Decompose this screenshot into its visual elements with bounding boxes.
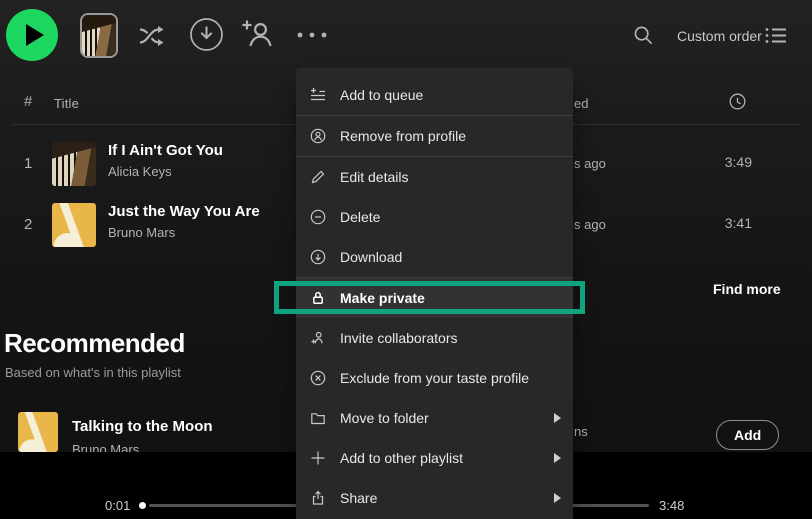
view-list-icon[interactable] xyxy=(765,27,787,44)
menu-item-label: Invite collaborators xyxy=(340,330,458,346)
menu-item-label: Exclude from your taste profile xyxy=(340,370,530,386)
track-artist[interactable]: Bruno Mars xyxy=(108,225,175,240)
search-icon[interactable] xyxy=(634,26,653,45)
menu-item-label: Move to folder xyxy=(340,410,429,426)
column-header-date-added-fragment[interactable]: ed xyxy=(574,96,588,111)
menu-item-delete[interactable]: Delete xyxy=(296,197,573,237)
submenu-arrow-icon xyxy=(554,493,561,503)
column-header-title[interactable]: Title xyxy=(54,96,79,111)
menu-item-invite-collaborators[interactable]: Invite collaborators xyxy=(296,318,573,358)
menu-item-add-to-other-playlist[interactable]: Add to other playlist xyxy=(296,438,573,478)
menu-item-label: Remove from profile xyxy=(340,128,467,144)
menu-item-share[interactable]: Share xyxy=(296,478,573,518)
remove-from-profile-icon xyxy=(309,128,327,144)
menu-item-download[interactable]: Download xyxy=(296,237,573,277)
menu-item-label: Edit details xyxy=(340,169,409,185)
date-added-fragment: s ago xyxy=(574,217,606,232)
download-circle-icon[interactable] xyxy=(189,17,224,52)
total-time: 3:48 xyxy=(659,498,685,513)
menu-item-remove-from-profile[interactable]: Remove from profile xyxy=(296,116,573,156)
recommended-album-fragment: ns xyxy=(574,424,588,439)
x-circle-icon xyxy=(309,370,327,386)
minus-circle-icon xyxy=(309,209,327,225)
playlist-cover-thumbnail[interactable] xyxy=(80,13,118,58)
menu-item-label: Share xyxy=(340,490,378,506)
person-add-icon xyxy=(309,330,327,346)
track-duration: 3:41 xyxy=(724,215,752,231)
recommended-track-title[interactable]: Talking to the Moon xyxy=(72,418,213,435)
menu-item-label: Add to queue xyxy=(340,87,424,103)
plus-icon xyxy=(309,450,327,466)
current-time: 0:01 xyxy=(105,498,131,513)
context-menu: Add to queue Remove from profile Edit de… xyxy=(296,68,573,519)
playlist-page: Custom order # Title ed 1 If I Ain't Got… xyxy=(0,0,812,519)
track-title[interactable]: Just the Way You Are xyxy=(108,203,260,220)
menu-item-label: Download xyxy=(340,249,403,265)
track-title[interactable]: If I Ain't Got You xyxy=(108,142,223,159)
menu-item-exclude-taste-profile[interactable]: Exclude from your taste profile xyxy=(296,358,573,398)
menu-item-label: Delete xyxy=(340,209,381,225)
add-button[interactable]: Add xyxy=(716,420,780,450)
folder-icon xyxy=(309,410,327,426)
share-icon xyxy=(309,490,327,506)
track-number: 2 xyxy=(24,216,33,233)
track-duration: 3:49 xyxy=(724,154,752,170)
more-options-icon[interactable] xyxy=(296,30,329,40)
album-art-image xyxy=(82,15,116,56)
download-icon xyxy=(309,249,327,265)
lock-icon xyxy=(309,290,327,306)
submenu-arrow-icon xyxy=(554,413,561,423)
menu-item-label: Make private xyxy=(340,290,425,306)
shuffle-icon[interactable] xyxy=(137,22,167,49)
recommended-section-subtitle: Based on what's in this playlist xyxy=(5,365,181,380)
pencil-icon xyxy=(309,169,327,185)
recommended-section-title: Recommended xyxy=(4,328,185,358)
date-added-fragment: s ago xyxy=(574,156,606,171)
clock-icon[interactable] xyxy=(729,93,746,110)
add-to-queue-icon xyxy=(309,87,327,103)
menu-item-make-private[interactable]: Make private xyxy=(296,278,573,318)
play-icon xyxy=(25,24,44,46)
menu-item-add-to-queue[interactable]: Add to queue xyxy=(296,75,573,115)
track-artist[interactable]: Alicia Keys xyxy=(108,164,172,179)
album-art-image xyxy=(18,412,58,452)
play-button[interactable] xyxy=(6,9,58,61)
album-art-image xyxy=(52,142,96,186)
sort-order-label[interactable]: Custom order xyxy=(677,28,762,44)
menu-item-edit-details[interactable]: Edit details xyxy=(296,157,573,197)
find-more-link[interactable]: Find more xyxy=(713,281,781,297)
progress-handle[interactable] xyxy=(139,502,146,509)
menu-item-label: Add to other playlist xyxy=(340,450,463,466)
submenu-arrow-icon xyxy=(554,453,561,463)
add-person-icon[interactable] xyxy=(240,16,276,53)
column-header-number: # xyxy=(24,93,33,110)
menu-item-move-to-folder[interactable]: Move to folder xyxy=(296,398,573,438)
track-number: 1 xyxy=(24,155,33,172)
album-art-image xyxy=(52,203,96,247)
